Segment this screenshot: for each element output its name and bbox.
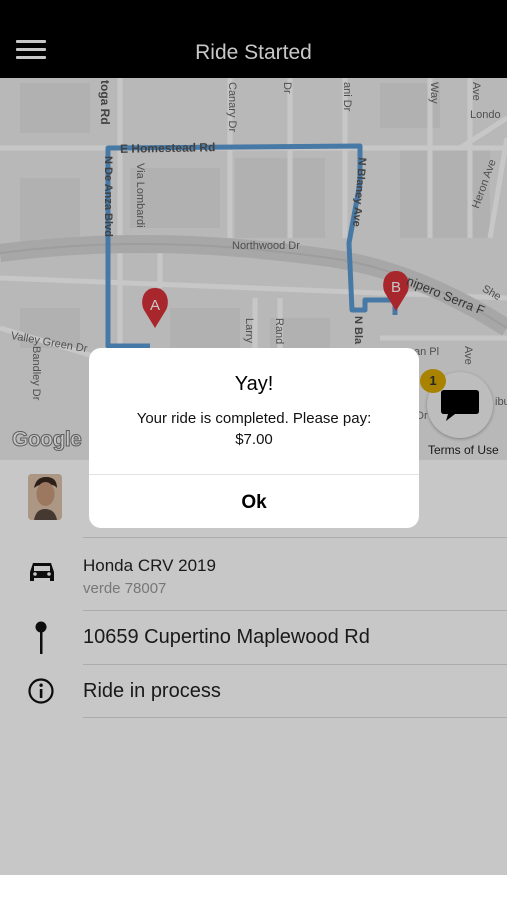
- bottom-strip: [0, 875, 507, 900]
- dialog-message: Your ride is completed. Please pay: $7.0…: [109, 408, 399, 450]
- dialog-title: Yay!: [234, 373, 274, 395]
- ride-screen: Ride Started A B toga Rd Canary Dr Dr an…: [0, 0, 507, 875]
- dialog-message-line: Your ride is completed. Please pay:: [136, 410, 372, 427]
- ok-button[interactable]: Ok: [89, 475, 419, 528]
- dialog-amount: $7.00: [235, 431, 273, 448]
- payment-dialog: Yay! Your ride is completed. Please pay:…: [89, 348, 419, 528]
